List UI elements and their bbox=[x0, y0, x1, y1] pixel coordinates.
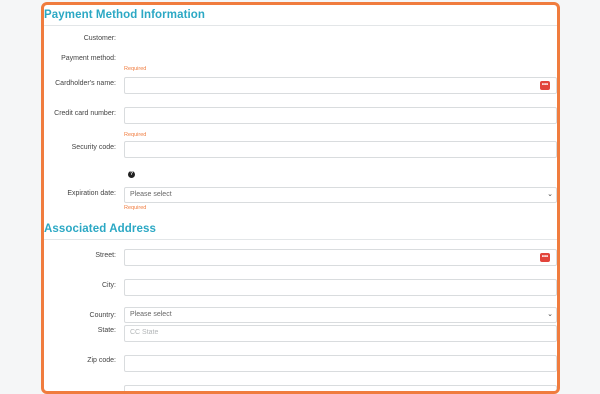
section-divider bbox=[44, 25, 557, 26]
zip-code-input[interactable] bbox=[124, 355, 557, 372]
cardholder-name-input[interactable]: ••• bbox=[124, 77, 557, 94]
chevron-down-icon: ⌄ bbox=[547, 191, 553, 198]
customer-label: Customer: bbox=[83, 35, 116, 42]
payment-section-title: Payment Method Information bbox=[44, 9, 206, 21]
city-label: City: bbox=[102, 282, 116, 289]
security-code-input[interactable] bbox=[124, 141, 557, 158]
address-section-title: Associated Address bbox=[44, 223, 156, 235]
city-input[interactable] bbox=[124, 279, 557, 296]
cardholder-name-label: Cardholder's name: bbox=[55, 80, 116, 87]
expiration-date-required: Required bbox=[124, 205, 147, 211]
country-select[interactable]: Please select ⌄ bbox=[124, 307, 557, 323]
security-code-label: Security code: bbox=[71, 144, 116, 151]
autofill-key-icon[interactable]: ••• bbox=[540, 253, 550, 262]
credit-card-number-label: Credit card number: bbox=[54, 110, 116, 117]
section-divider bbox=[44, 239, 557, 240]
state-label: State: bbox=[97, 327, 116, 334]
credit-card-required: Required bbox=[124, 132, 147, 138]
help-icon[interactable]: ? bbox=[128, 171, 135, 178]
country-value: Please select bbox=[130, 311, 172, 318]
payment-method-label: Payment method: bbox=[61, 55, 116, 62]
zip-code-label: Zip code: bbox=[87, 357, 116, 364]
expiration-date-label: Expiration date: bbox=[67, 190, 116, 197]
expiration-date-value: Please select bbox=[130, 191, 172, 198]
autofill-key-icon[interactable]: ••• bbox=[540, 81, 550, 90]
form-highlight-frame: Payment Method Information Customer: Pay… bbox=[41, 2, 560, 394]
payment-form: Payment Method Information Customer: Pay… bbox=[44, 5, 557, 391]
country-label: Country: bbox=[89, 312, 116, 319]
next-field-input[interactable] bbox=[124, 385, 557, 391]
street-label: Street: bbox=[95, 252, 116, 259]
payment-method-required: Required bbox=[124, 66, 147, 72]
state-input[interactable]: CC State bbox=[124, 325, 557, 342]
credit-card-number-input[interactable] bbox=[124, 107, 557, 124]
state-placeholder: CC State bbox=[130, 329, 159, 336]
chevron-down-icon: ⌄ bbox=[547, 311, 553, 318]
street-input[interactable]: ••• bbox=[124, 249, 557, 266]
expiration-date-select[interactable]: Please select ⌄ bbox=[124, 187, 557, 203]
